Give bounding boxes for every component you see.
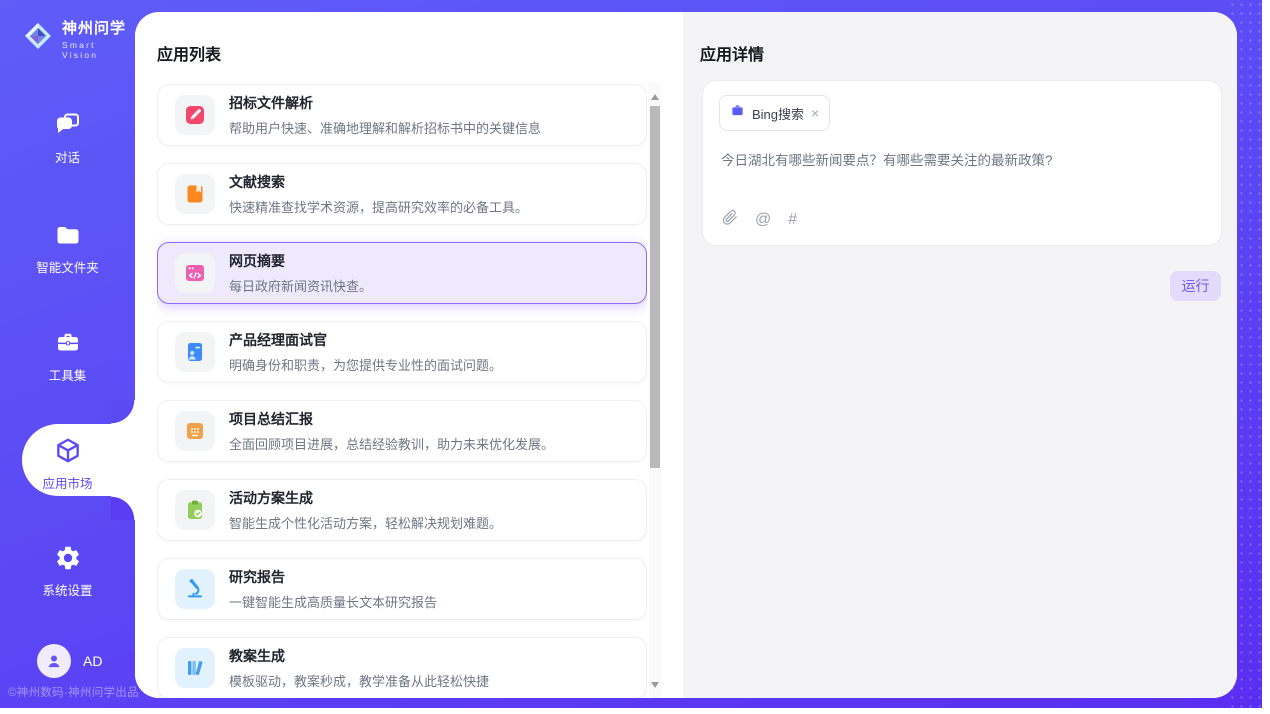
- prompt-card: Bing搜索 × 今日湖北有哪些新闻要点？有哪些需要关注的最新政策? @ #: [702, 80, 1222, 246]
- brand-name: 神州问学: [62, 17, 135, 38]
- app-title: 网页摘要: [229, 251, 372, 271]
- tool-tag-label: Bing搜索: [752, 104, 804, 123]
- scrollbar-thumb[interactable]: [650, 106, 660, 468]
- app-desc: 明确身份和职责，为您提供专业性的面试问题。: [229, 355, 502, 374]
- close-icon[interactable]: ×: [811, 106, 819, 120]
- run-button[interactable]: 运行: [1170, 271, 1221, 301]
- sidebar-item-label: 工具集: [0, 365, 135, 384]
- app-desc: 帮助用户快速、准确地理解和解析招标书中的关键信息: [229, 118, 541, 137]
- app-title: 文献搜索: [229, 172, 528, 192]
- brand-logo: 神州问学 Smart Vision: [22, 17, 135, 60]
- books-icon: [175, 648, 215, 688]
- cube-icon: [0, 436, 135, 466]
- app-card-lesson-plan[interactable]: 教案生成 模板驱动，教案秒成，教学准备从此轻松快捷: [157, 637, 647, 698]
- composer-toolbar: @ #: [721, 209, 797, 231]
- app-list-title: 应用列表: [157, 41, 221, 65]
- app-list: 招标文件解析 帮助用户快速、准确地理解和解析招标书中的关键信息 文献搜索 快速精…: [157, 84, 647, 698]
- sidebar-item-app-market[interactable]: 应用市场: [0, 436, 135, 492]
- user-initials: AD: [83, 653, 102, 669]
- book-icon: [175, 174, 215, 214]
- app-title: 招标文件解析: [229, 93, 541, 113]
- app-desc: 模板驱动，教案秒成，教学准备从此轻松快捷: [229, 671, 489, 690]
- web-code-icon: [175, 253, 215, 293]
- tool-tag-bing-search[interactable]: Bing搜索 ×: [719, 95, 830, 131]
- app-card-web-summary[interactable]: 网页摘要 每日政府新闻资讯快查。: [157, 242, 647, 304]
- gear-icon: [0, 543, 135, 573]
- app-window: 神州问学 Smart Vision 对话 智能文件夹: [0, 0, 1270, 714]
- sidebar: 神州问学 Smart Vision 对话 智能文件夹: [0, 0, 135, 708]
- app-card-project-summary[interactable]: 项目总结汇报 全面回顾项目进展，总结经验教训，助力未来优化发展。: [157, 400, 647, 462]
- interview-doc-icon: [175, 332, 215, 372]
- sidebar-item-smart-folder[interactable]: 智能文件夹: [0, 220, 135, 276]
- app-desc: 一键智能生成高质量长文本研究报告: [229, 592, 437, 611]
- question-input[interactable]: 今日湖北有哪些新闻要点？有哪些需要关注的最新政策?: [721, 151, 1201, 171]
- microscope-icon: [175, 569, 215, 609]
- app-title: 活动方案生成: [229, 488, 502, 508]
- app-title: 教案生成: [229, 646, 489, 666]
- clipboard-check-icon: [175, 490, 215, 530]
- hash-icon[interactable]: #: [788, 211, 797, 229]
- app-desc: 快速精准查找学术资源，提高研究效率的必备工具。: [229, 197, 528, 216]
- app-title: 产品经理面试官: [229, 330, 502, 350]
- doc-edit-icon: [175, 95, 215, 135]
- app-desc: 全面回顾项目进展，总结经验教训，助力未来优化发展。: [229, 434, 554, 453]
- sidebar-item-label: 智能文件夹: [0, 257, 135, 276]
- folder-icon: [0, 220, 135, 250]
- app-list-panel: 应用列表 招标文件解析 帮助用户快速、准确地理解和解析招标书中的关键信息: [135, 12, 683, 698]
- app-detail-title: 应用详情: [700, 41, 764, 65]
- chat-icon: [0, 110, 135, 140]
- note-icon: [175, 411, 215, 451]
- sidebar-item-label: 对话: [0, 147, 135, 166]
- user-account[interactable]: AD: [37, 644, 102, 678]
- sidebar-item-settings[interactable]: 系统设置: [0, 543, 135, 599]
- scroll-up-arrow-icon[interactable]: [651, 94, 659, 100]
- briefcase-icon: [730, 103, 745, 123]
- app-card-event-plan[interactable]: 活动方案生成 智能生成个性化活动方案，轻松解决规划难题。: [157, 479, 647, 541]
- avatar: [37, 644, 71, 678]
- person-icon: [44, 651, 64, 671]
- app-title: 项目总结汇报: [229, 409, 554, 429]
- sidebar-item-chat[interactable]: 对话: [0, 110, 135, 166]
- paperclip-icon[interactable]: [721, 209, 738, 231]
- mention-icon[interactable]: @: [755, 211, 771, 229]
- app-card-bid-doc-analysis[interactable]: 招标文件解析 帮助用户快速、准确地理解和解析招标书中的关键信息: [157, 84, 647, 146]
- app-desc: 每日政府新闻资讯快查。: [229, 276, 372, 295]
- app-card-research-report[interactable]: 研究报告 一键智能生成高质量长文本研究报告: [157, 558, 647, 620]
- sidebar-item-label: 应用市场: [0, 473, 135, 492]
- list-scrollbar: [649, 82, 661, 698]
- app-detail-panel: 应用详情 Bing搜索 × 今日湖北有哪些新闻要点？有哪些需要关注: [683, 12, 1237, 698]
- app-title: 研究报告: [229, 567, 437, 587]
- app-card-pm-interviewer[interactable]: 产品经理面试官 明确身份和职责，为您提供专业性的面试问题。: [157, 321, 647, 383]
- sidebar-item-toolset[interactable]: 工具集: [0, 328, 135, 384]
- gem-icon: [22, 20, 54, 57]
- content-area: 应用列表 招标文件解析 帮助用户快速、准确地理解和解析招标书中的关键信息: [135, 12, 1237, 698]
- app-desc: 智能生成个性化活动方案，轻松解决规划难题。: [229, 513, 502, 532]
- sidebar-item-label: 系统设置: [0, 580, 135, 599]
- toolbox-icon: [0, 328, 135, 358]
- copyright-footer: ©神州数码·神州问学出品: [8, 684, 139, 700]
- app-card-literature-search[interactable]: 文献搜索 快速精准查找学术资源，提高研究效率的必备工具。: [157, 163, 647, 225]
- brand-subtitle: Smart Vision: [62, 40, 135, 60]
- scroll-down-arrow-icon[interactable]: [651, 682, 659, 688]
